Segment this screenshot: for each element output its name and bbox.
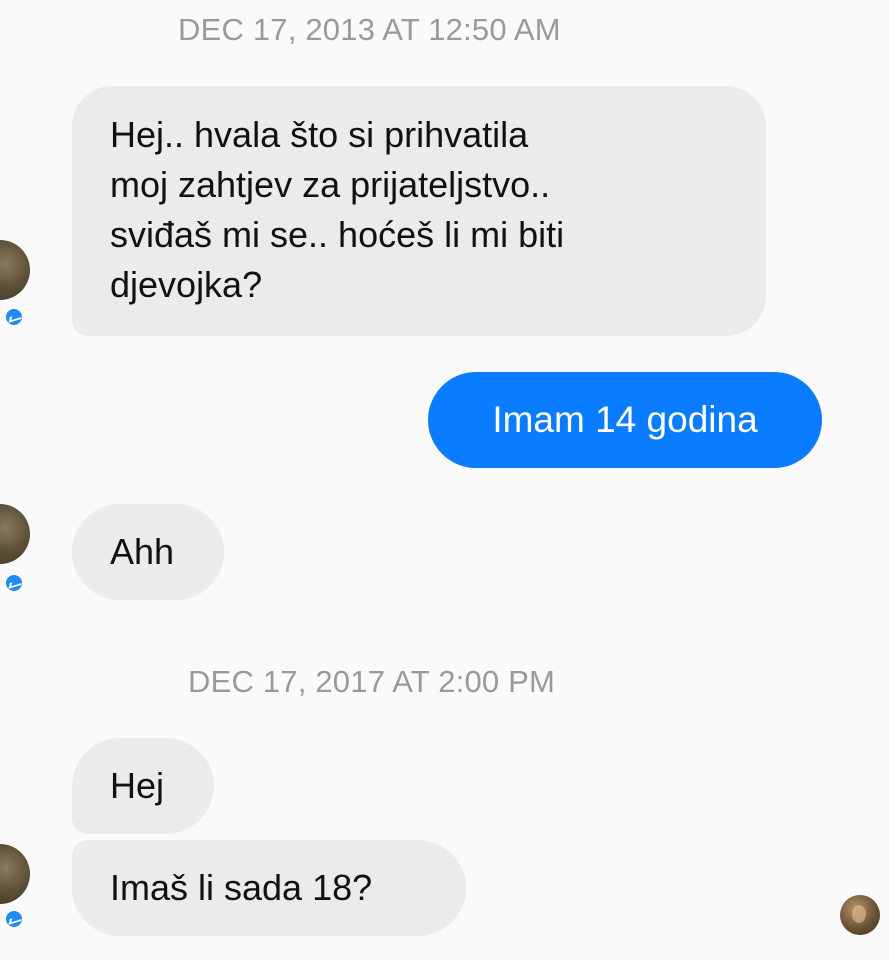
incoming-message-bubble[interactable]: Ahh	[72, 504, 224, 600]
contact-avatar[interactable]	[0, 504, 30, 564]
contact-avatar[interactable]	[0, 240, 30, 300]
incoming-message-bubble[interactable]: Hej.. hvala što si prihvatila moj zahtje…	[72, 86, 766, 336]
incoming-message-bubble[interactable]: Imaš li sada 18?	[72, 840, 466, 936]
contact-avatar[interactable]	[0, 844, 30, 904]
messenger-badge-icon	[3, 306, 25, 328]
timestamp-2017: DEC 17, 2017 AT 2:00 PM	[188, 664, 556, 699]
outgoing-message-bubble[interactable]: Imam 14 godina	[428, 372, 822, 468]
messenger-badge-icon	[3, 908, 25, 930]
avatar-face	[852, 905, 866, 923]
incoming-message-bubble[interactable]: Hej	[72, 738, 214, 834]
timestamp-2013: DEC 17, 2013 AT 12:50 AM	[178, 12, 561, 47]
messenger-badge-icon	[3, 572, 25, 594]
seen-avatar	[840, 895, 880, 935]
